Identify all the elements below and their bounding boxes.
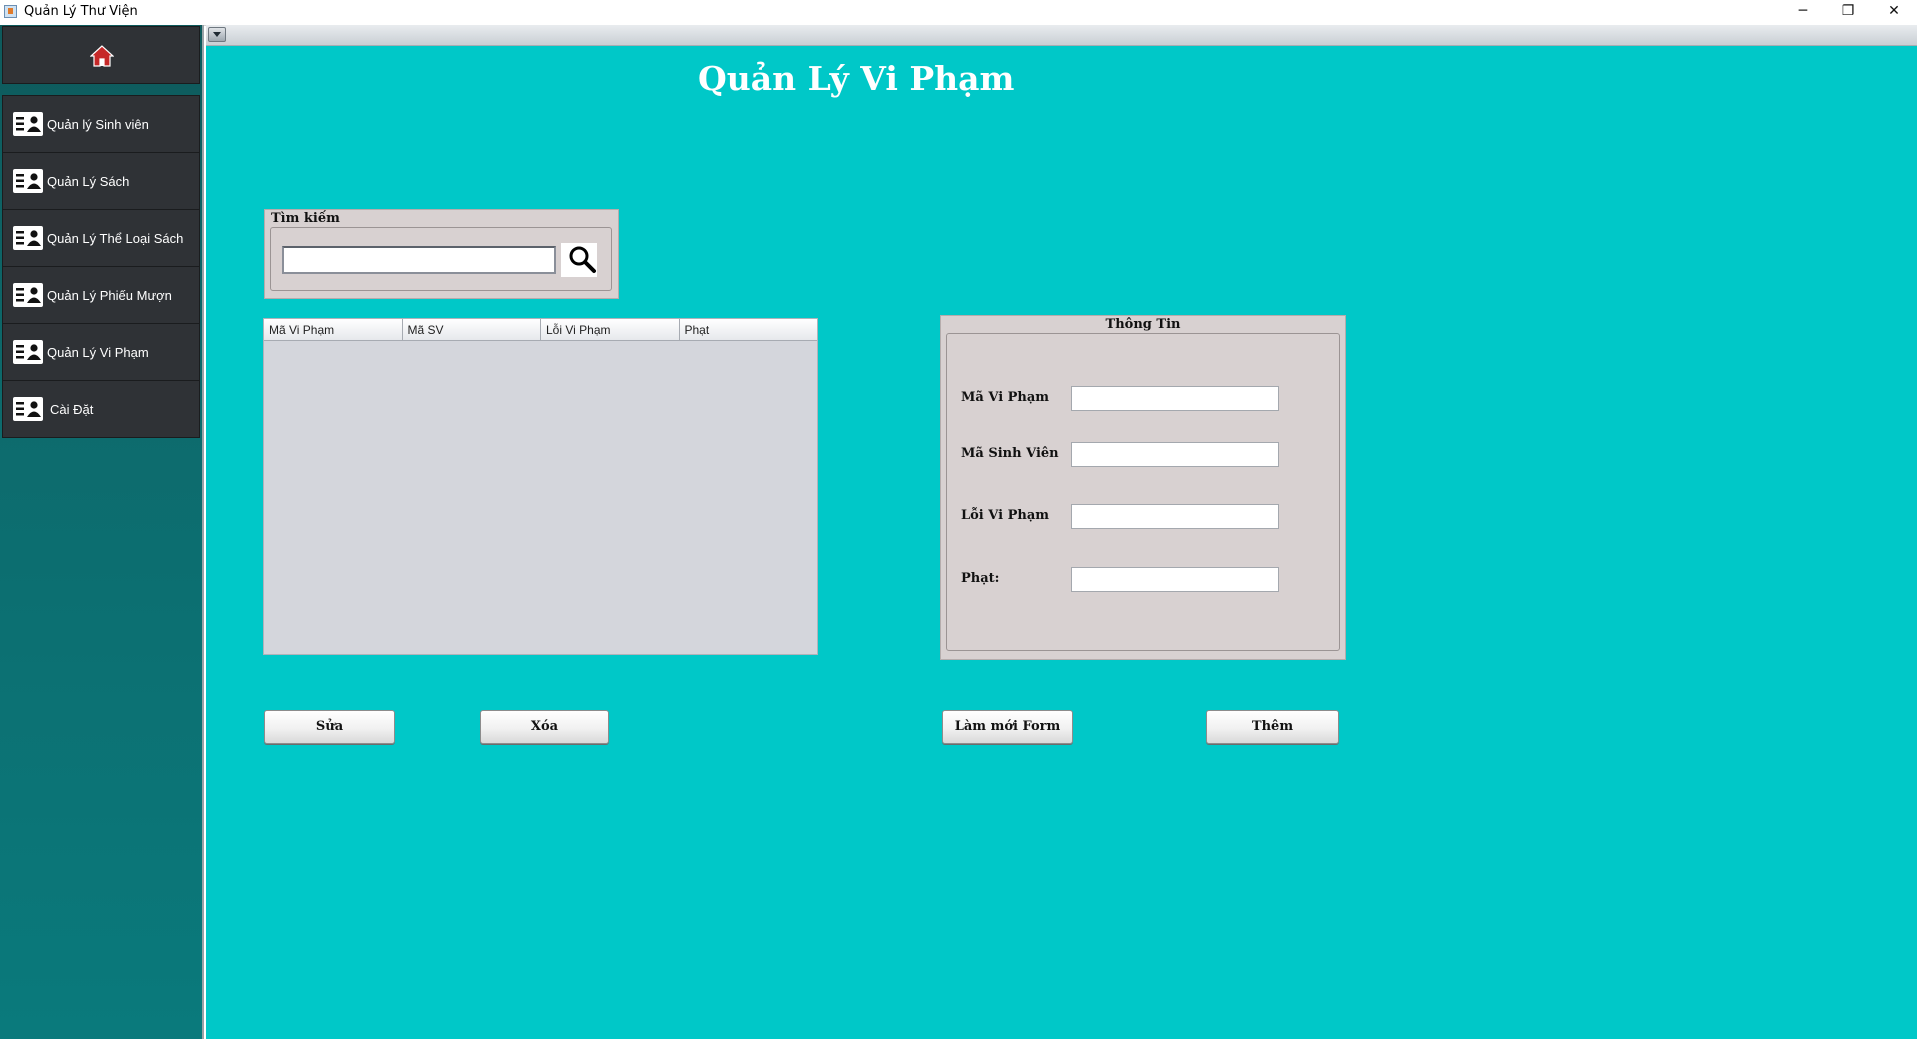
sidebar-item-violations[interactable]: Quản Lý Vi Phạm [2,323,200,381]
search-button[interactable] [561,243,597,277]
column-header[interactable]: Lỗi Vi Phạm [541,319,680,340]
page-title: Quản Lý Vi Phạm [698,59,1015,98]
info-legend: Thông Tin [1105,317,1181,332]
sidebar-item-books[interactable]: Quản Lý Sách [2,152,200,210]
minimize-button[interactable]: ─ [1780,0,1826,25]
maximize-button[interactable]: ❐ [1825,0,1871,25]
sidebar-item-label: Quản Lý Phiếu Mượn [47,288,172,303]
delete-button[interactable]: Xóa [480,710,609,744]
sidebar-item-settings[interactable]: Cài Đặt [2,380,200,438]
sidebar-item-students[interactable]: Quản lý Sinh viên [2,95,200,153]
student-id-field[interactable] [1071,442,1279,467]
violation-id-label: Mã Vi Phạm [961,390,1050,405]
panel-toolbar [206,25,1917,46]
sidebar-item-label: Quản Lý Thể Loại Sách [47,231,184,246]
penalty-label: Phạt: [961,571,1000,586]
sidebar-item-label: Cài Đặt [50,402,94,417]
table-header: Mã Vi Phạm Mã SV Lỗi Vi Phạm Phạt [264,319,817,341]
close-button[interactable]: ✕ [1871,0,1917,25]
user-card-icon [13,283,43,307]
user-card-icon [13,226,43,250]
edit-button[interactable]: Sửa [264,710,395,744]
search-input[interactable] [282,246,556,274]
search-group: Tìm kiếm [264,209,619,299]
column-header[interactable]: Mã Vi Phạm [264,319,403,340]
violation-error-field[interactable] [1071,504,1279,529]
user-card-icon [13,340,43,364]
home-icon [90,45,114,67]
sidebar-item-label: Quản Lý Sách [47,174,130,189]
user-card-icon [13,112,43,136]
info-group: Thông Tin Mã Vi Phạm Mã Sinh Viên Lỗi Vi… [940,315,1346,660]
sidebar-item-book-categories[interactable]: Quản Lý Thể Loại Sách [2,209,200,267]
app-icon [4,5,17,18]
window-titlebar: Quản Lý Thư Viện ─ ❐ ✕ [0,0,1917,26]
sidebar-item-label: Quản Lý Vi Phạm [47,345,149,360]
info-group-border [946,333,1340,651]
column-header[interactable]: Phạt [680,319,818,340]
reset-form-button[interactable]: Làm mới Form [942,710,1073,744]
search-legend: Tìm kiếm [271,211,340,226]
sidebar-item-label: Quản lý Sinh viên [47,117,149,132]
home-button[interactable] [2,26,200,84]
violation-error-label: Lỗi Vi Phạm [961,508,1050,523]
penalty-field[interactable] [1071,567,1279,592]
user-card-icon [13,169,43,193]
column-header[interactable]: Mã SV [403,319,541,340]
student-id-label: Mã Sinh Viên [961,446,1059,461]
sidebar: Quản lý Sinh viên Quản Lý Sách Quản Lý T… [0,25,204,1039]
violations-table[interactable]: Mã Vi Phạm Mã SV Lỗi Vi Phạm Phạt [263,318,818,655]
violation-id-field[interactable] [1071,386,1279,411]
window-title: Quản Lý Thư Viện [24,4,138,19]
chevron-down-icon[interactable] [208,27,226,42]
sidebar-item-loan-slips[interactable]: Quản Lý Phiếu Mượn [2,266,200,324]
user-card-icon [13,397,43,421]
add-button[interactable]: Thêm [1206,710,1339,744]
main-panel: Quản Lý Vi Phạm Tìm kiếm Mã Vi Phạm Mã S… [206,25,1917,1039]
search-icon [569,246,596,273]
